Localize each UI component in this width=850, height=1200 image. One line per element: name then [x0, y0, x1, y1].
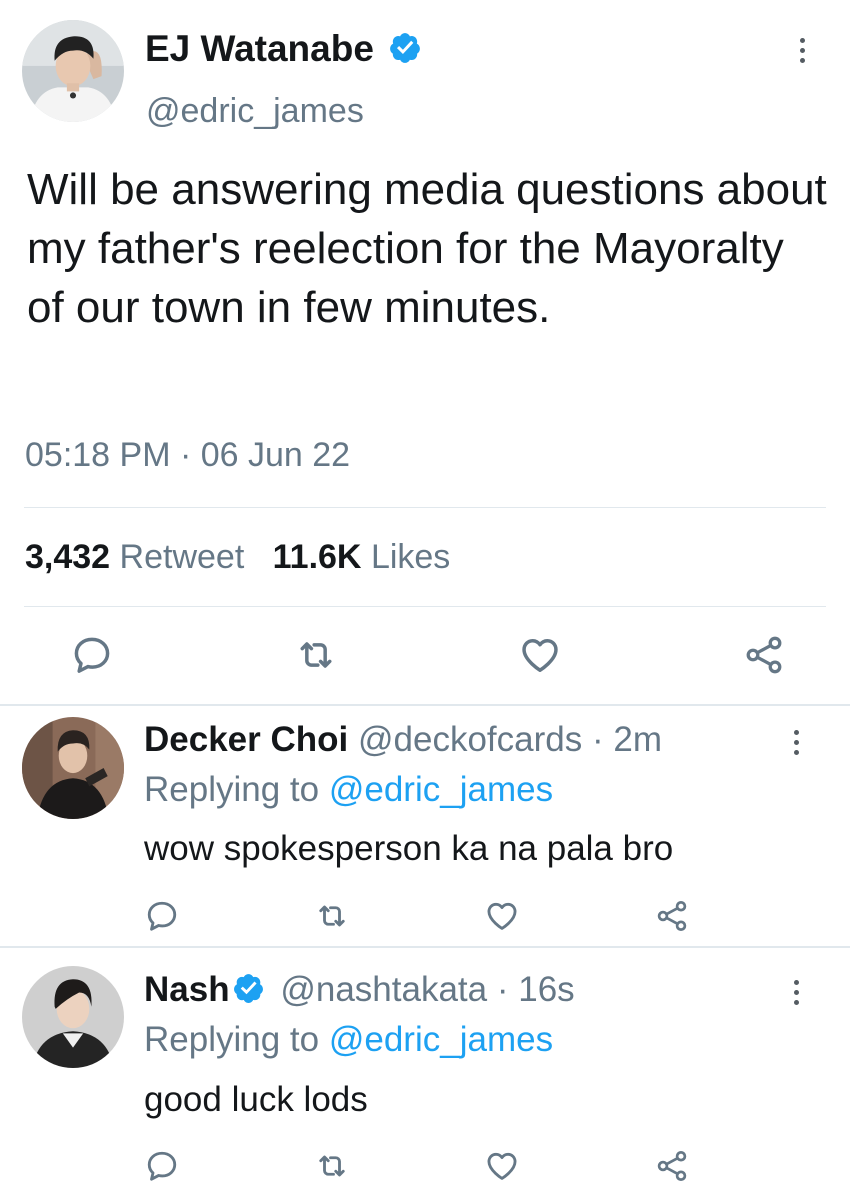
- author-avatar[interactable]: [22, 20, 124, 122]
- replying-to: Replying to @edric_james: [144, 1020, 553, 1060]
- reply-author-name[interactable]: Nash: [144, 970, 230, 1009]
- share-icon[interactable]: [654, 1148, 690, 1184]
- share-icon[interactable]: [654, 898, 690, 934]
- reply-header: Decker Choi @deckofcards · 2m: [144, 720, 662, 760]
- divider: [0, 704, 850, 706]
- comment-icon[interactable]: [144, 1148, 180, 1184]
- replying-to-mention[interactable]: @edric_james: [329, 1020, 553, 1059]
- reply-time[interactable]: 16s: [518, 970, 574, 1009]
- replying-to-mention[interactable]: @edric_james: [329, 770, 553, 809]
- likes-count[interactable]: 11.6K: [273, 538, 362, 576]
- reply-time[interactable]: 2m: [613, 720, 662, 759]
- reply-author-handle[interactable]: @deckofcards: [358, 720, 582, 759]
- reply-action-bar: [144, 896, 690, 936]
- tweet-text: Will be answering media questions about …: [27, 165, 827, 332]
- retweet-label[interactable]: Retweet: [120, 538, 245, 576]
- reply-avatar[interactable]: [22, 966, 124, 1068]
- retweet-icon[interactable]: [314, 898, 350, 934]
- likes-label[interactable]: Likes: [371, 538, 450, 576]
- like-icon[interactable]: [484, 1148, 520, 1184]
- author-name-text[interactable]: EJ Watanabe: [145, 28, 374, 69]
- retweet-icon[interactable]: [314, 1148, 350, 1184]
- more-icon[interactable]: [796, 38, 808, 63]
- share-icon[interactable]: [742, 633, 786, 677]
- comment-icon[interactable]: [144, 898, 180, 934]
- like-icon[interactable]: [518, 633, 562, 677]
- reply-text: wow spokesperson ka na pala bro: [144, 829, 674, 868]
- reply-separator: ·: [591, 720, 604, 759]
- divider: [24, 507, 826, 508]
- retweet-count[interactable]: 3,432: [25, 538, 110, 576]
- reply-separator: ·: [496, 970, 509, 1009]
- reply-author-name[interactable]: Decker Choi: [144, 720, 348, 759]
- reply-action-bar: [144, 1146, 690, 1186]
- reply-header: Nash @nashtakata · 16s: [144, 970, 575, 1010]
- more-icon[interactable]: [790, 730, 802, 755]
- replying-to-prefix: Replying to: [144, 1020, 320, 1059]
- reply-avatar[interactable]: [22, 717, 124, 819]
- replying-to: Replying to @edric_james: [144, 770, 553, 810]
- verified-badge-icon: [390, 33, 421, 64]
- divider: [0, 946, 850, 948]
- main-action-bar: [70, 632, 786, 678]
- divider: [24, 606, 826, 607]
- tweet-stats: 3,432 Retweet 11.6K Likes: [25, 538, 450, 577]
- verified-badge-icon: [233, 974, 263, 1004]
- author-handle[interactable]: @edric_james: [146, 92, 364, 131]
- comment-icon[interactable]: [70, 633, 114, 677]
- replying-to-prefix: Replying to: [144, 770, 320, 809]
- author-name[interactable]: EJ Watanabe: [145, 28, 422, 70]
- reply-author-handle[interactable]: @nashtakata: [280, 970, 487, 1009]
- like-icon[interactable]: [484, 898, 520, 934]
- tweet-timestamp[interactable]: 05:18 PM · 06 Jun 22: [25, 436, 350, 475]
- more-icon[interactable]: [790, 980, 802, 1005]
- retweet-icon[interactable]: [294, 633, 338, 677]
- reply-text: good luck lods: [144, 1080, 368, 1119]
